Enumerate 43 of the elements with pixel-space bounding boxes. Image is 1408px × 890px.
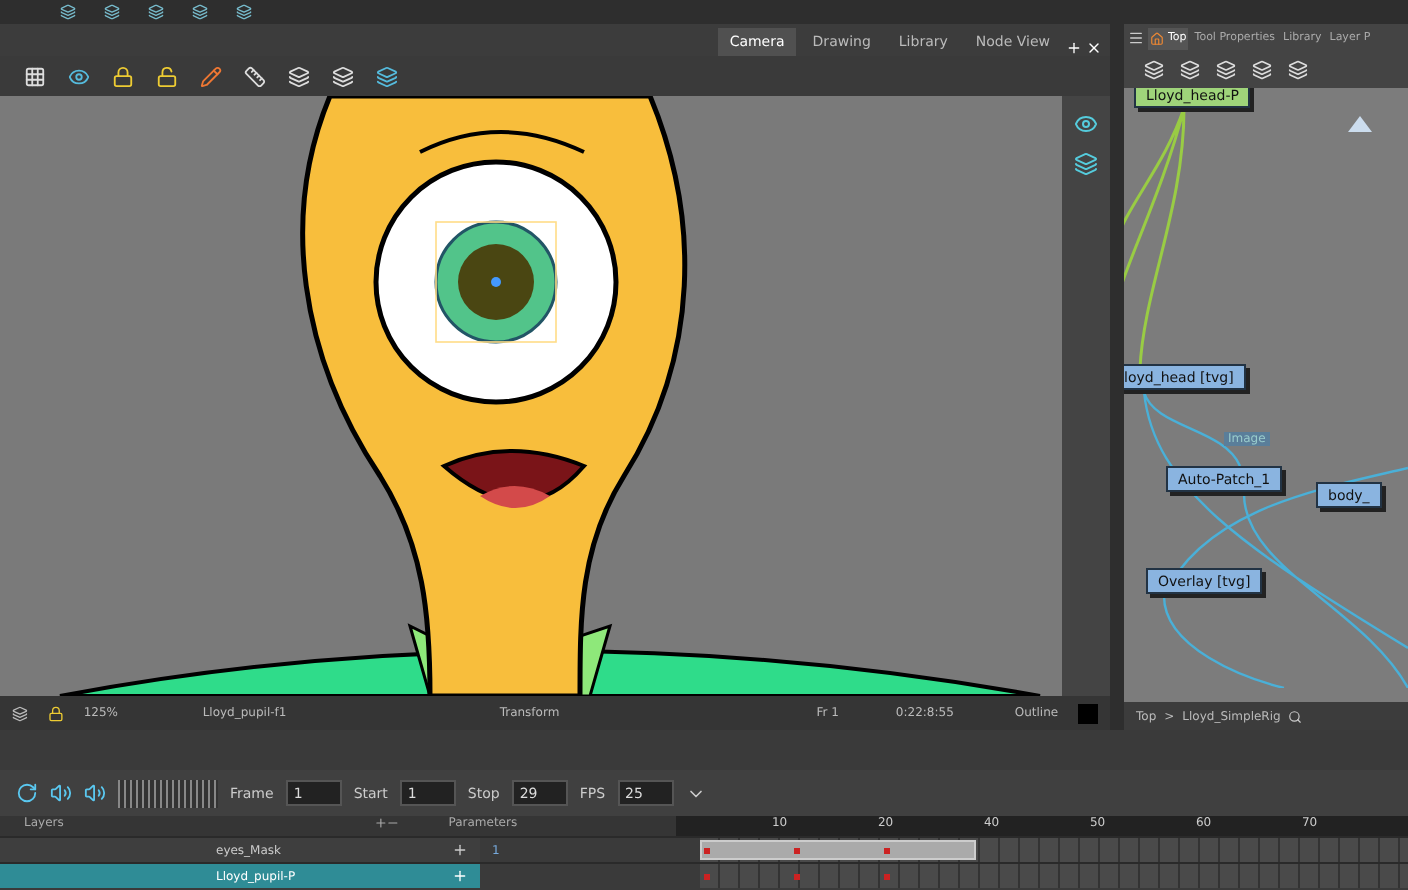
toolbar-icon[interactable] bbox=[192, 4, 208, 20]
keyframe-marker[interactable] bbox=[794, 874, 800, 880]
search-icon[interactable] bbox=[1288, 709, 1303, 723]
layers-icon[interactable] bbox=[288, 65, 310, 87]
unlock-icon[interactable] bbox=[156, 65, 178, 87]
add-icon[interactable] bbox=[373, 816, 387, 830]
toolbar-icon[interactable] bbox=[104, 4, 120, 20]
toolbar-icon[interactable] bbox=[148, 4, 164, 20]
layers-icon[interactable] bbox=[376, 65, 398, 87]
node-tool-icon[interactable] bbox=[1216, 60, 1236, 80]
lock-icon[interactable] bbox=[47, 705, 64, 721]
add-icon[interactable] bbox=[1066, 40, 1082, 56]
color-swatch[interactable] bbox=[1078, 703, 1098, 723]
node-tool-icon[interactable] bbox=[1144, 60, 1164, 80]
layers-icon[interactable] bbox=[12, 705, 28, 721]
toolbar-icon[interactable] bbox=[236, 4, 252, 20]
ruler-icon[interactable] bbox=[244, 65, 266, 87]
keyframe-marker[interactable] bbox=[884, 874, 890, 880]
toolbar-icon[interactable] bbox=[60, 4, 76, 20]
home-icon bbox=[1150, 31, 1164, 45]
sound-scrub-icon[interactable] bbox=[84, 782, 106, 804]
node-tool-icon[interactable] bbox=[1180, 60, 1200, 80]
loop-icon[interactable] bbox=[16, 782, 38, 804]
frame-track[interactable] bbox=[700, 864, 1408, 888]
grid-icon[interactable] bbox=[24, 65, 46, 87]
pencil-icon[interactable] bbox=[200, 65, 222, 87]
sound-meter bbox=[118, 779, 218, 807]
eye-icon[interactable] bbox=[1074, 112, 1098, 136]
eye-icon[interactable] bbox=[68, 65, 90, 87]
layers-icon[interactable] bbox=[1074, 152, 1098, 176]
close-icon[interactable] bbox=[1086, 40, 1102, 56]
lock-icon[interactable] bbox=[112, 65, 134, 87]
keyframe-marker[interactable] bbox=[704, 848, 710, 854]
add-icon[interactable] bbox=[452, 842, 468, 858]
menu-icon[interactable] bbox=[1128, 30, 1144, 46]
keyframe-marker[interactable] bbox=[794, 848, 800, 854]
node-tool-icon[interactable] bbox=[1252, 60, 1272, 80]
node-tool-icon[interactable] bbox=[1288, 60, 1308, 80]
keyframe-marker[interactable] bbox=[884, 848, 890, 854]
sound-icon[interactable] bbox=[50, 782, 72, 804]
keyframe-marker[interactable] bbox=[704, 874, 710, 880]
remove-icon[interactable] bbox=[386, 816, 401, 830]
layers-icon[interactable] bbox=[332, 65, 354, 87]
